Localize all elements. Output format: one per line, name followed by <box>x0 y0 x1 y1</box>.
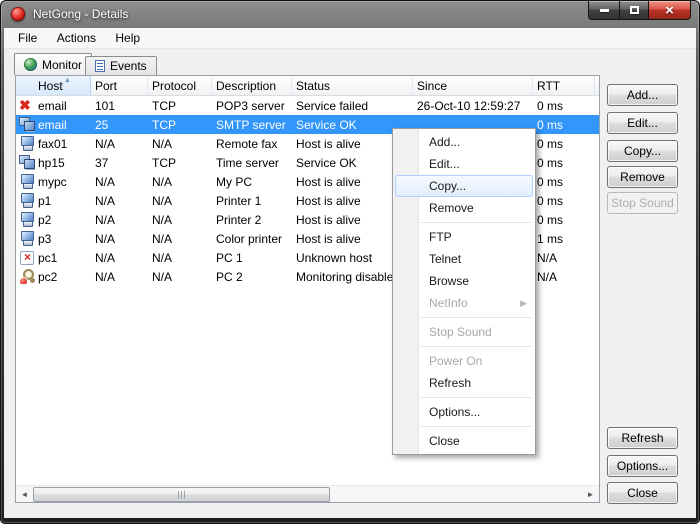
edit-button[interactable]: Edit... <box>607 112 678 134</box>
context-menu-refresh[interactable]: Refresh <box>393 372 535 394</box>
minimize-icon <box>600 9 609 12</box>
context-menu-add[interactable]: Add... <box>393 131 535 153</box>
globe-icon <box>24 58 37 71</box>
add-button[interactable]: Add... <box>607 84 678 106</box>
context-menu-netinfo: NetInfo▶ <box>393 292 535 314</box>
column-header-filler <box>595 76 599 95</box>
context-menu-browse[interactable]: Browse <box>393 270 535 292</box>
host-status-icon <box>19 174 35 189</box>
host-status-icon <box>19 212 35 227</box>
maximize-icon <box>630 6 639 14</box>
options-button[interactable]: Options... <box>607 455 678 477</box>
menu-separator <box>421 397 532 398</box>
column-header-status[interactable]: Status <box>292 76 413 95</box>
host-status-icon <box>19 250 35 265</box>
window-title: NetGong - Details <box>33 7 128 21</box>
table-header: Host▲ Port Protocol Description Status S… <box>16 76 599 96</box>
column-header-since[interactable]: Since <box>413 76 533 95</box>
close-window-button[interactable]: Close <box>607 482 678 504</box>
column-header-port[interactable]: Port <box>91 76 148 95</box>
column-header-host[interactable]: Host▲ <box>16 76 91 95</box>
column-header-rtt[interactable]: RTT <box>533 76 595 95</box>
copy-button[interactable]: Copy... <box>607 140 678 162</box>
close-button[interactable]: × <box>648 1 691 20</box>
tab-monitor[interactable]: Monitor <box>14 53 92 75</box>
context-menu-stop-sound: Stop Sound <box>393 321 535 343</box>
context-menu-close[interactable]: Close <box>393 430 535 452</box>
context-menu-telnet[interactable]: Telnet <box>393 248 535 270</box>
menu-separator <box>421 426 532 427</box>
table-row[interactable]: email 101 TCP POP3 server Service failed… <box>16 96 599 115</box>
context-menu-power-on: Power On <box>393 350 535 372</box>
host-status-icon <box>19 269 35 284</box>
refresh-button[interactable]: Refresh <box>607 427 678 449</box>
caption-buttons: × <box>588 1 691 20</box>
host-status-icon <box>19 193 35 208</box>
app-window: NetGong - Details × File Actions Help Mo… <box>0 0 700 524</box>
context-menu-copy[interactable]: Copy... <box>393 175 535 197</box>
host-status-icon <box>19 117 35 132</box>
host-status-icon <box>19 136 35 151</box>
minimize-button[interactable] <box>588 1 619 20</box>
tab-monitor-label: Monitor <box>42 58 82 72</box>
document-icon <box>95 60 105 72</box>
menu-separator <box>421 346 532 347</box>
horizontal-scrollbar[interactable]: ◄ ► <box>16 485 599 502</box>
column-header-description[interactable]: Description <box>212 76 292 95</box>
close-icon: × <box>665 3 674 18</box>
scrollbar-thumb[interactable] <box>33 487 330 502</box>
menu-help[interactable]: Help <box>107 28 148 48</box>
app-icon <box>11 7 25 21</box>
stop-sound-button: Stop Sound <box>607 192 678 214</box>
sort-ascending-icon: ▲ <box>64 77 71 84</box>
remove-button[interactable]: Remove <box>607 166 678 188</box>
host-status-icon <box>19 98 35 113</box>
context-menu: Add... Edit... Copy... Remove FTP Telnet… <box>392 128 536 455</box>
scrollbar-grip-icon <box>178 491 186 499</box>
menu-file[interactable]: File <box>10 28 45 48</box>
tab-events[interactable]: Events <box>85 56 157 75</box>
menu-actions[interactable]: Actions <box>49 28 104 48</box>
titlebar[interactable]: NetGong - Details × <box>0 0 700 28</box>
column-header-protocol[interactable]: Protocol <box>148 76 212 95</box>
menubar: File Actions Help <box>4 28 696 49</box>
menu-separator <box>421 222 532 223</box>
scroll-left-arrow[interactable]: ◄ <box>16 486 33 503</box>
maximize-button[interactable] <box>619 1 648 20</box>
context-menu-options[interactable]: Options... <box>393 401 535 423</box>
context-menu-ftp[interactable]: FTP <box>393 226 535 248</box>
host-status-icon <box>19 155 35 170</box>
host-status-icon <box>19 231 35 246</box>
submenu-arrow-icon: ▶ <box>520 292 527 314</box>
context-menu-edit[interactable]: Edit... <box>393 153 535 175</box>
menu-separator <box>421 317 532 318</box>
scroll-right-arrow[interactable]: ► <box>582 486 599 503</box>
tab-events-label: Events <box>110 59 147 73</box>
context-menu-remove[interactable]: Remove <box>393 197 535 219</box>
